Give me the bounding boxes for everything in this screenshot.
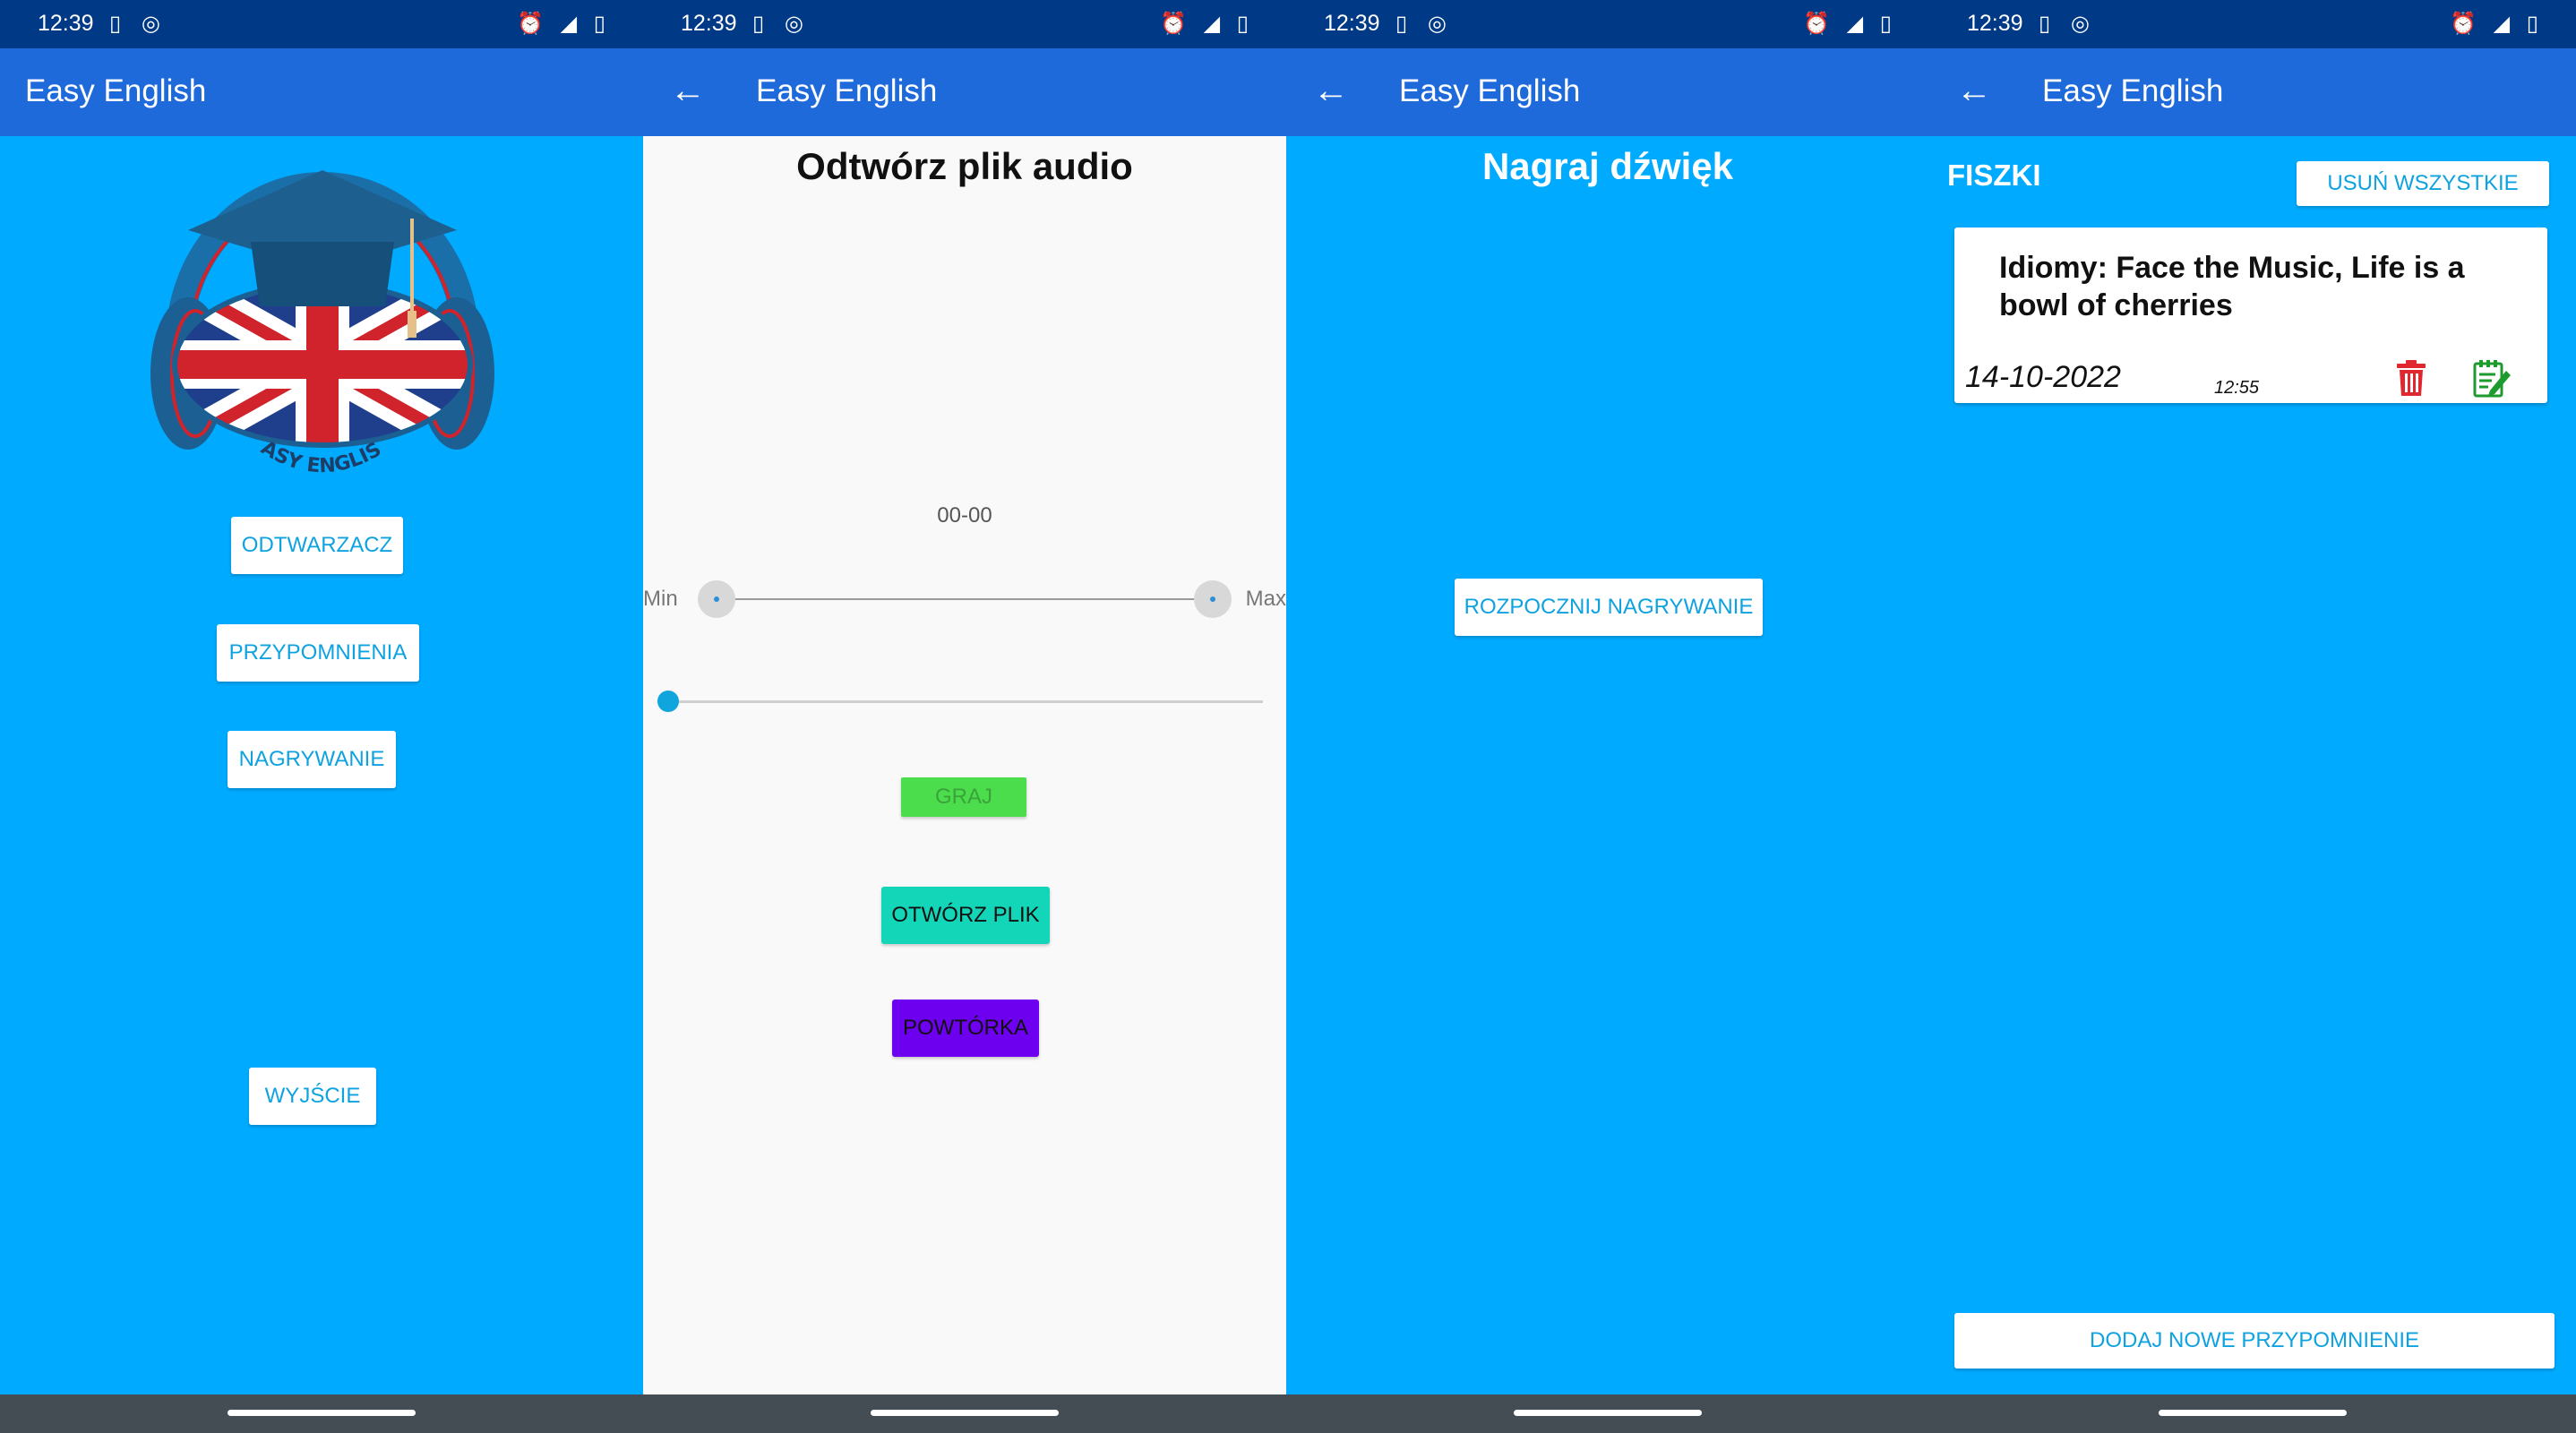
flashcard-date: 14-10-2022 <box>1965 360 2121 394</box>
recording-button[interactable]: NAGRYWANIE <box>228 731 396 788</box>
app-bar: ← Easy English <box>1286 48 1929 136</box>
player-screen: 12:39 ▯ ◎ ⏰ ◢ ▯ ← Easy English Odtwórz p… <box>643 0 1286 1433</box>
home-content: EASY ENGLISH ODTWARZACZ PRZYPOMNIENIA NA… <box>0 136 643 1394</box>
navigation-bar <box>1286 1394 1929 1433</box>
notification-icons: ▯ ◎ <box>109 12 167 36</box>
page-title: Nagraj dźwięk <box>1481 145 1734 187</box>
app-bar: Easy English <box>0 48 643 136</box>
flashcard-title: Idiomy: Face the Music, Life is a bowl o… <box>1999 251 2465 322</box>
notification-icons: ▯ ◎ <box>2039 12 2097 36</box>
app-title: Easy English <box>2042 73 2224 108</box>
app-title: Easy English <box>1399 73 1581 108</box>
open-file-button[interactable]: OTWÓRZ PLIK <box>881 887 1050 944</box>
navigation-bar <box>643 1394 1286 1433</box>
back-arrow-icon[interactable]: ← <box>1956 68 1992 113</box>
status-time: 12:39 <box>681 11 737 36</box>
status-bar: 12:39 ▯ ◎ ⏰ ◢ ▯ <box>1286 0 1929 48</box>
system-status-icons: ⏰ ◢ ▯ <box>517 12 611 36</box>
player-button[interactable]: ODTWARZACZ <box>231 517 403 574</box>
edit-note-icon[interactable] <box>2472 358 2512 398</box>
flashcards-screen: 12:39 ▯ ◎ ⏰ ◢ ▯ ← Easy English FISZKI US… <box>1929 0 2576 1433</box>
back-arrow-icon[interactable]: ← <box>1313 68 1349 113</box>
flashcard-item[interactable]: Idiomy: Face the Music, Life is a bowl o… <box>1954 227 2547 403</box>
home-screen: 12:39 ▯ ◎ ⏰ ◢ ▯ Easy English ASY ENGLIS … <box>0 0 643 1433</box>
start-recording-button[interactable]: ROZPOCZNIJ NAGRYWANIE <box>1455 579 1763 636</box>
flashcard-time: 12:55 <box>2214 378 2260 398</box>
recorder-content: Nagraj dźwięk ROZPOCZNIJ NAGRYWANIE <box>1286 136 1929 1394</box>
play-button[interactable]: GRAJ <box>901 777 1026 817</box>
notification-icons: ▯ ◎ <box>752 12 811 36</box>
status-time: 12:39 <box>1967 11 2023 36</box>
range-max-label: Max <box>1245 587 1286 611</box>
reminders-button[interactable]: PRZYPOMNIENIA <box>217 624 419 682</box>
repeat-button[interactable]: POWTÓRKA <box>892 1000 1039 1057</box>
system-status-icons: ⏰ ◢ ▯ <box>2450 12 2544 36</box>
app-bar: ← Easy English <box>1929 48 2576 136</box>
home-gesture-pill[interactable] <box>871 1410 1059 1416</box>
status-bar: 12:39 ▯ ◎ ⏰ ◢ ▯ <box>643 0 1286 48</box>
navigation-bar <box>1929 1394 2576 1433</box>
status-bar: 12:39 ▯ ◎ ⏰ ◢ ▯ <box>1929 0 2576 48</box>
system-status-icons: ⏰ ◢ ▯ <box>1803 12 1897 36</box>
player-content: Odtwórz plik audio 00-00 Min Max GRAJ OT… <box>643 136 1286 1394</box>
range-slider-track <box>715 598 1215 600</box>
flashcards-content: FISZKI USUŃ WSZYSTKIE Idiomy: Face the M… <box>1929 136 2576 1394</box>
section-title: FISZKI <box>1947 159 2041 192</box>
navigation-bar <box>0 1394 643 1433</box>
seek-bar-track[interactable] <box>668 700 1263 703</box>
notification-icons: ▯ ◎ <box>1395 12 1454 36</box>
range-slider-max-thumb[interactable] <box>1194 580 1232 618</box>
app-title: Easy English <box>25 73 207 108</box>
range-min-label: Min <box>643 587 678 611</box>
status-time: 12:39 <box>38 11 94 36</box>
playback-time: 00-00 <box>937 503 992 528</box>
trash-icon[interactable] <box>2393 358 2429 398</box>
add-reminder-button[interactable]: DODAJ NOWE PRZYPOMNIENIE <box>1954 1313 2555 1369</box>
status-time: 12:39 <box>1324 11 1380 36</box>
status-bar: 12:39 ▯ ◎ ⏰ ◢ ▯ <box>0 0 643 48</box>
recorder-screen: 12:39 ▯ ◎ ⏰ ◢ ▯ ← Easy English Nagraj dź… <box>1286 0 1929 1433</box>
home-gesture-pill[interactable] <box>228 1410 416 1416</box>
delete-all-button[interactable]: USUŃ WSZYSTKIE <box>2297 161 2549 206</box>
exit-button[interactable]: WYJŚCIE <box>249 1068 376 1125</box>
home-gesture-pill[interactable] <box>1514 1410 1702 1416</box>
system-status-icons: ⏰ ◢ ▯ <box>1160 12 1254 36</box>
page-title: Odtwórz plik audio <box>796 145 1133 187</box>
app-title: Easy English <box>756 73 938 108</box>
easy-english-logo: EASY ENGLISH <box>116 136 494 477</box>
range-slider-min-thumb[interactable] <box>698 580 735 618</box>
home-gesture-pill[interactable] <box>2159 1410 2347 1416</box>
app-bar: ← Easy English <box>643 48 1286 136</box>
seek-bar-thumb[interactable] <box>657 691 679 712</box>
back-arrow-icon[interactable]: ← <box>670 68 706 113</box>
